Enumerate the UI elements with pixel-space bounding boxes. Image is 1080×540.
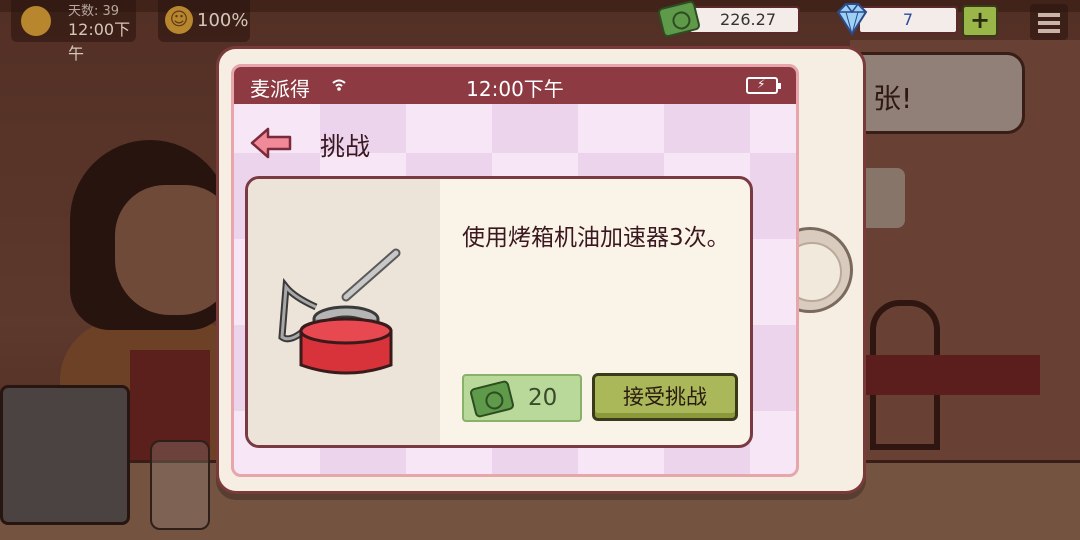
cash-amount: 226.27 [688, 6, 800, 34]
phone-screen: 麦派得 12:00下午 ⚡ 挑战 使用烤箱机油加速器3次。 20 接受挑战 [231, 64, 799, 477]
phone-status-bar: 麦派得 12:00下午 ⚡ [234, 67, 796, 104]
challenge-reward: 20 [462, 374, 582, 422]
menu-icon [1038, 13, 1060, 17]
day-time-panel: 天数: 39 12:00下午 [11, 0, 136, 63]
accept-challenge-button[interactable]: 接受挑战 [592, 373, 738, 421]
sun-icon [21, 6, 51, 36]
challenge-card: 使用烤箱机油加速器3次。 20 接受挑战 [245, 176, 753, 448]
cash-display: 226.27 [656, 0, 802, 39]
diamond-icon [836, 3, 868, 36]
challenge-image-pane [248, 179, 440, 445]
phone-clock: 12:00下午 [466, 77, 564, 101]
satisfaction-percent: 100% [197, 10, 249, 31]
smiley-icon: ☺ [165, 6, 193, 34]
menu-button[interactable] [1030, 4, 1068, 40]
oil-can-icon [278, 248, 401, 375]
satisfaction-panel: ☺ 100% [158, 0, 250, 42]
gem-count: 7 [858, 6, 958, 34]
cash-icon [468, 379, 516, 419]
page-title: 挑战 [320, 132, 371, 161]
menu-icon-line [1038, 21, 1060, 25]
battery-icon: ⚡ [746, 77, 781, 94]
reward-amount: 20 [528, 385, 558, 411]
menu-icon-line [1038, 29, 1060, 33]
back-arrow-button[interactable] [250, 127, 292, 159]
phone-device: 麦派得 12:00下午 ⚡ 挑战 使用烤箱机油加速器3次。 20 接受挑战 [216, 46, 866, 494]
gem-display: 7 + [832, 2, 1032, 38]
add-gems-button[interactable]: + [962, 5, 998, 37]
challenge-description: 使用烤箱机油加速器3次。 [462, 225, 730, 251]
game-time: 12:00下午 [68, 20, 131, 63]
